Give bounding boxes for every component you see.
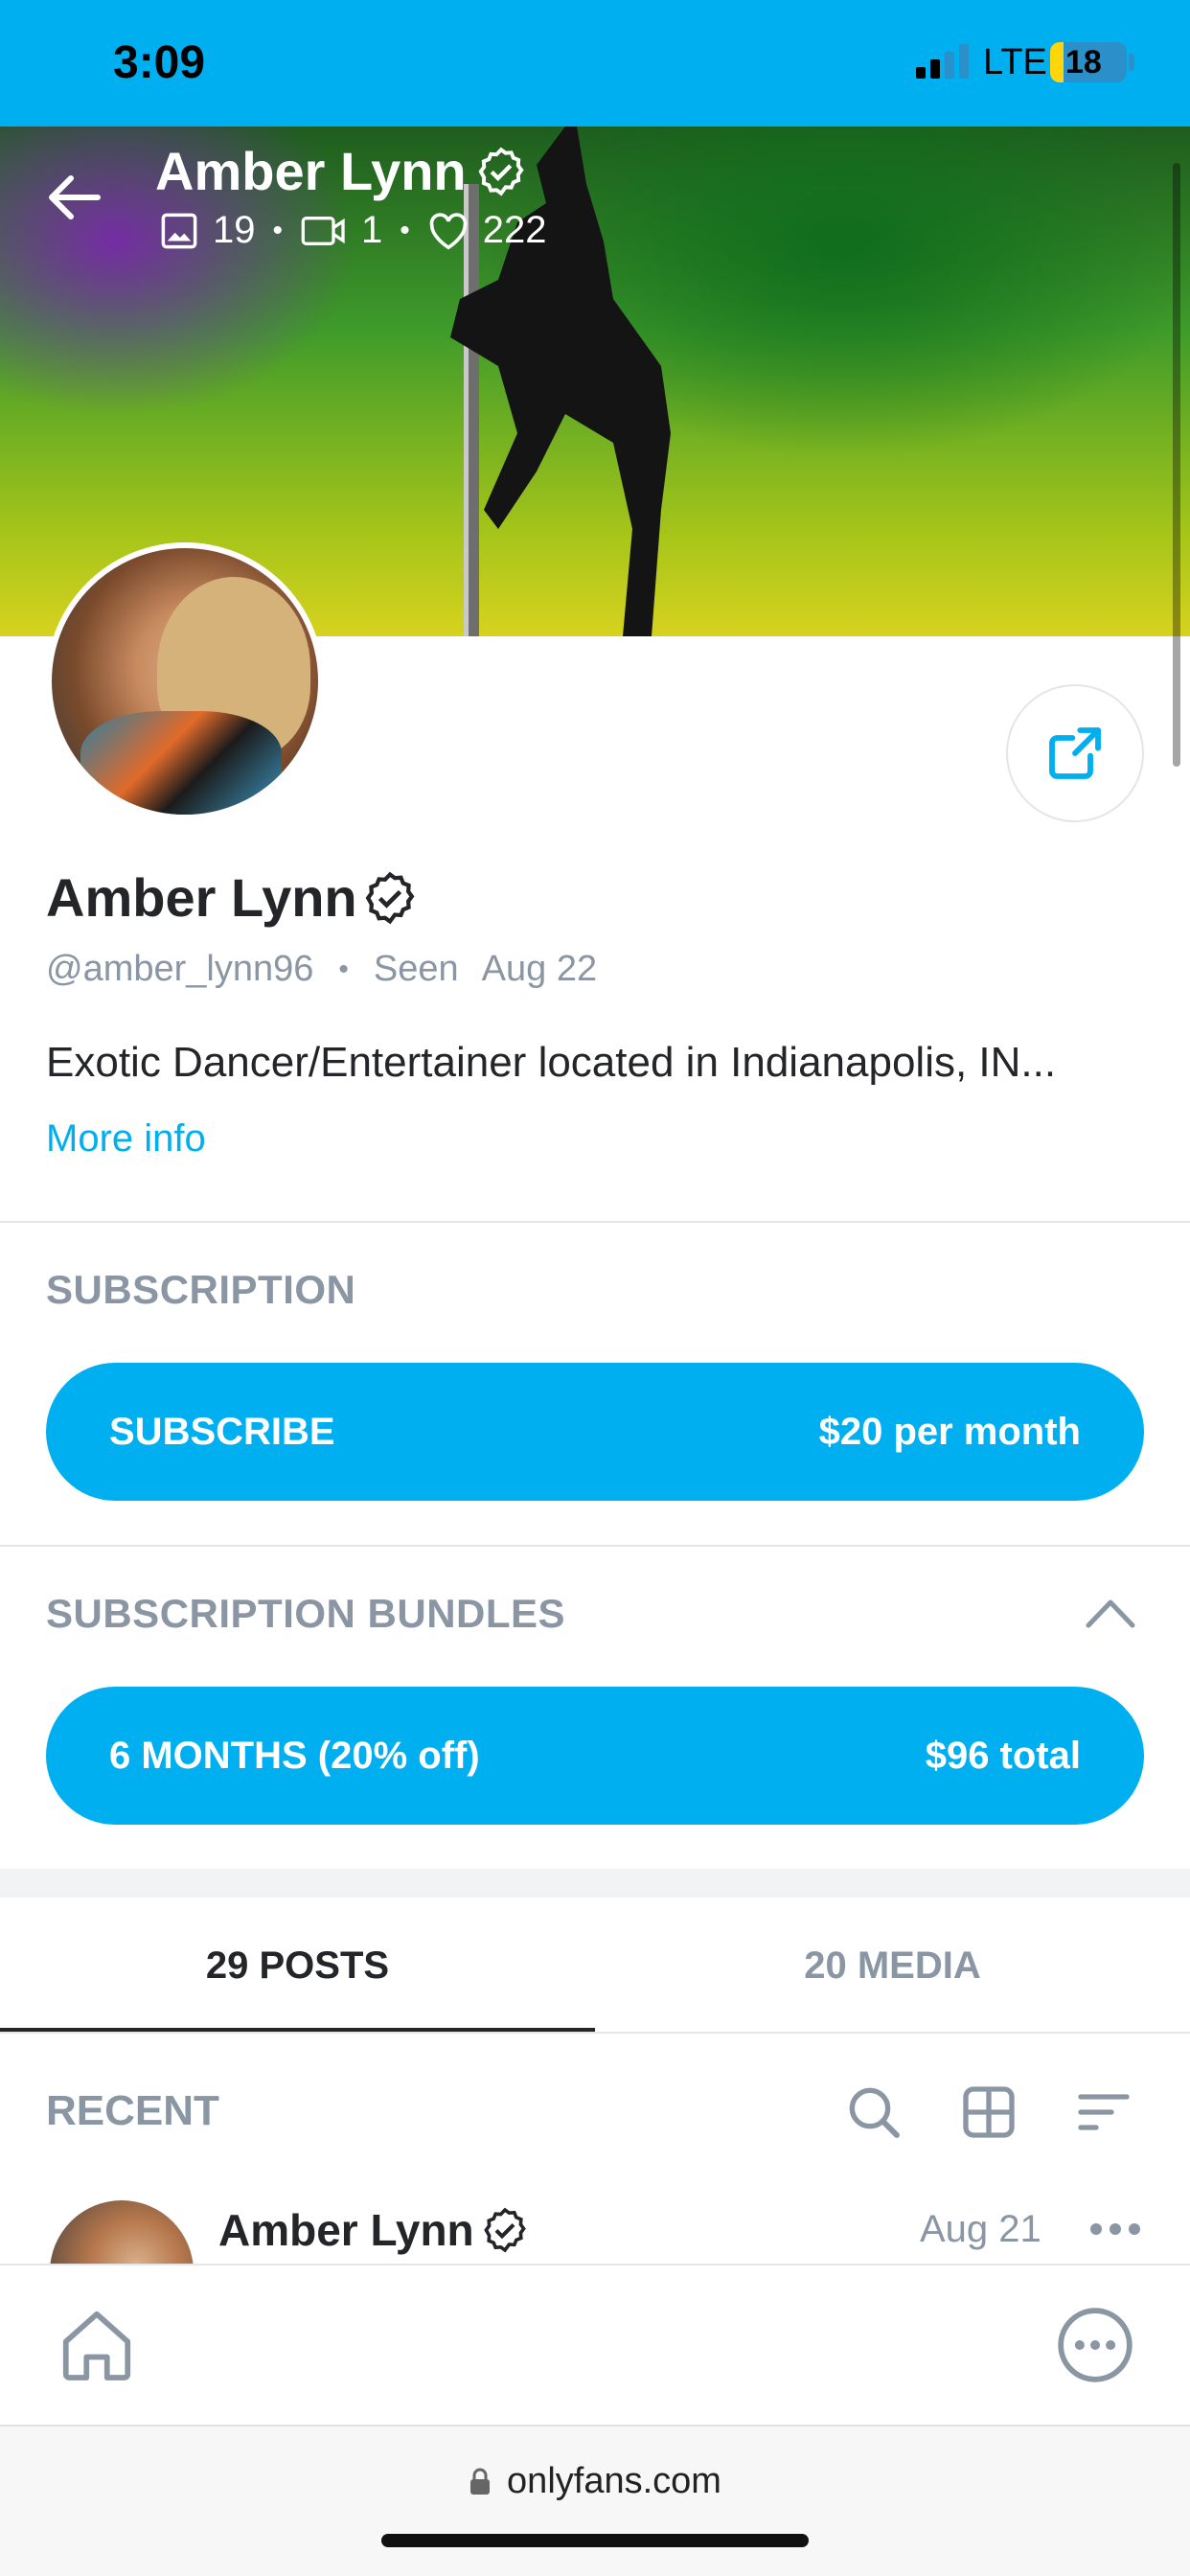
browser-address-bar[interactable]: onlyfans.com [0,2425,1190,2576]
profile-handle: @amber_lynn96 [46,949,314,989]
photos-count: 19 [213,209,256,251]
tab-media[interactable]: 20 MEDIA [595,1898,1190,2034]
verified-badge-icon [478,147,524,196]
post-author-row: Amber Lynn [218,2204,528,2256]
divider [0,2032,1190,2034]
meta-separator: • [338,953,349,985]
chevron-up-icon[interactable] [1085,1597,1136,1629]
header-stats: 19 • 1 • 222 [159,209,547,252]
profile-meta: @amber_lynn96 • Seen Aug 22 [46,949,597,990]
profile-bio: Exotic Dancer/Entertainer located in Ind… [46,1039,1057,1086]
verified-badge-icon [483,2207,526,2253]
tab-label: 20 MEDIA [804,1944,981,1987]
battery-level: 18 [1065,44,1102,80]
feed-heading: RECENT [46,2087,219,2134]
image-icon [159,211,199,251]
search-icon[interactable] [843,2082,904,2143]
section-gap [0,1869,1190,1898]
cellular-signal-icon [916,44,969,79]
post-author: Amber Lynn [218,2205,474,2255]
bottom-nav [0,2264,1190,2425]
verified-badge-icon [365,871,415,924]
scrollbar[interactable] [1173,163,1180,767]
home-icon[interactable] [56,2304,138,2386]
back-arrow-icon[interactable] [48,174,102,220]
subscribe-label: SUBSCRIBE [109,1410,335,1453]
bundle-price: $96 total [925,1734,1081,1777]
sort-icon[interactable] [1073,2082,1134,2143]
divider [0,1221,1190,1223]
profile-tabs: 29 POSTS 20 MEDIA [0,1898,1190,2034]
tab-label: 29 POSTS [205,1944,390,1987]
battery-icon: 18 [1050,42,1127,82]
share-button[interactable] [1006,684,1144,822]
subscribe-button[interactable]: SUBSCRIBE $20 per month [46,1363,1144,1501]
more-options-icon[interactable] [1088,2220,1142,2239]
divider [0,1545,1190,1547]
battery-cap [1129,54,1134,71]
chat-icon[interactable] [1054,2304,1136,2386]
url-row: onlyfans.com [0,2461,1190,2502]
post-preview[interactable]: Amber Lynn Aug 21 [0,2191,1190,2264]
network-type: LTE [983,42,1047,82]
more-info-link[interactable]: More info [46,1117,206,1161]
stats-separator: • [400,214,410,246]
header-title: Amber Lynn [155,141,467,201]
url-text: onlyfans.com [507,2461,721,2501]
status-bar: 3:09 LTE 18 [0,0,1190,126]
post-date: Aug 21 [920,2208,1041,2250]
header-title-row: Amber Lynn [155,140,526,202]
heart-icon [427,212,469,250]
profile-name-row: Amber Lynn [46,866,417,929]
grid-view-icon[interactable] [958,2082,1019,2143]
likes-count: 222 [482,209,547,251]
seen-date: Aug 22 [481,949,598,989]
share-icon [1049,727,1101,779]
subscription-heading: SUBSCRIPTION [46,1267,356,1312]
video-icon [300,212,348,250]
profile-name: Amber Lynn [46,867,357,928]
stats-separator: • [272,214,284,246]
bundle-button[interactable]: 6 MONTHS (20% off) $96 total [46,1687,1144,1825]
status-time: 3:09 [113,37,206,88]
subscribe-price: $20 per month [818,1410,1081,1453]
post-avatar[interactable] [50,2200,194,2264]
avatar[interactable] [46,542,324,820]
bundles-heading: SUBSCRIPTION BUNDLES [46,1591,566,1636]
videos-count: 1 [361,209,383,251]
seen-label: Seen [373,949,459,989]
tab-posts[interactable]: 29 POSTS [0,1898,595,2034]
lock-icon [470,2468,491,2495]
bundle-label: 6 MONTHS (20% off) [109,1734,480,1777]
home-indicator[interactable] [381,2534,809,2547]
